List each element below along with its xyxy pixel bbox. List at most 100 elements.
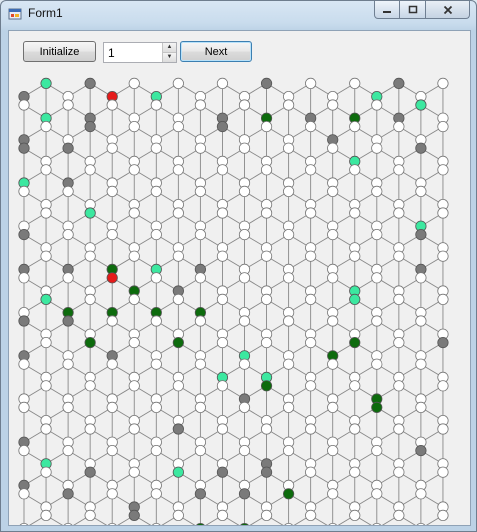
cell-empty[interactable]	[84, 250, 96, 262]
cell-empty[interactable]	[194, 272, 206, 284]
cell-empty[interactable]	[216, 77, 229, 90]
cell-empty[interactable]	[128, 77, 140, 90]
cell-dark-green[interactable]	[239, 523, 249, 525]
cell-empty[interactable]	[371, 444, 383, 457]
cell-empty[interactable]	[107, 523, 117, 525]
cell-empty[interactable]	[63, 523, 73, 525]
cell-light-green[interactable]	[40, 293, 52, 305]
cell-empty[interactable]	[106, 315, 118, 327]
cell-dark-green[interactable]	[195, 523, 205, 525]
cell-empty[interactable]	[393, 423, 405, 435]
cell-empty[interactable]	[106, 185, 118, 197]
cell-empty[interactable]	[260, 121, 273, 133]
cell-empty[interactable]	[437, 466, 449, 478]
cell-empty[interactable]	[372, 523, 382, 525]
cell-empty[interactable]	[216, 509, 229, 521]
cell-empty[interactable]	[327, 358, 339, 370]
cell-empty[interactable]	[260, 164, 273, 176]
cell-empty[interactable]	[437, 121, 449, 133]
cell-empty[interactable]	[327, 185, 339, 197]
cell-empty[interactable]	[216, 423, 229, 435]
cell-empty[interactable]	[349, 509, 361, 521]
cell-empty[interactable]	[216, 293, 229, 305]
cell-empty[interactable]	[172, 250, 184, 262]
cell-empty[interactable]	[371, 488, 383, 500]
cell-empty[interactable]	[62, 401, 74, 413]
cell-empty[interactable]	[194, 315, 206, 327]
cell-empty[interactable]	[40, 250, 52, 262]
cell-empty[interactable]	[282, 142, 295, 154]
cell-empty[interactable]	[150, 315, 162, 327]
cell-empty[interactable]	[150, 488, 162, 500]
cell-empty[interactable]	[128, 293, 140, 305]
cell-empty[interactable]	[62, 229, 74, 241]
cell-empty[interactable]	[305, 336, 317, 349]
cell-empty[interactable]	[172, 380, 184, 392]
cell-empty[interactable]	[238, 358, 251, 370]
cell-empty[interactable]	[216, 207, 229, 219]
cell-empty[interactable]	[150, 444, 162, 457]
cell-empty[interactable]	[349, 466, 361, 478]
minimize-button[interactable]	[374, 1, 400, 19]
cell-empty[interactable]	[216, 336, 229, 349]
cell-empty[interactable]	[238, 142, 251, 154]
cell-empty[interactable]	[150, 229, 162, 241]
cell-empty[interactable]	[282, 272, 295, 284]
cell-empty[interactable]	[305, 293, 317, 305]
cell-empty[interactable]	[128, 380, 140, 392]
cell-empty[interactable]	[40, 121, 52, 133]
cell-empty[interactable]	[128, 336, 140, 349]
cell-gray[interactable]	[84, 466, 96, 478]
cell-gray[interactable]	[18, 229, 30, 241]
cell-empty[interactable]	[128, 121, 140, 133]
cell-empty[interactable]	[327, 315, 339, 327]
cell-empty[interactable]	[437, 509, 449, 521]
cell-empty[interactable]	[84, 293, 96, 305]
cell-empty[interactable]	[305, 509, 317, 521]
cell-gray[interactable]	[216, 466, 229, 478]
cell-empty[interactable]	[238, 272, 251, 284]
cell-empty[interactable]	[40, 380, 52, 392]
close-button[interactable]	[426, 1, 470, 19]
cell-empty[interactable]	[128, 466, 140, 478]
cell-empty[interactable]	[349, 164, 361, 176]
cell-empty[interactable]	[305, 164, 317, 176]
cell-empty[interactable]	[305, 466, 317, 478]
cell-empty[interactable]	[216, 250, 229, 262]
cell-empty[interactable]	[437, 164, 449, 176]
cell-empty[interactable]	[40, 423, 52, 435]
cell-red[interactable]	[106, 272, 118, 284]
cell-empty[interactable]	[282, 185, 295, 197]
cell-empty[interactable]	[106, 99, 118, 111]
cell-empty[interactable]	[172, 121, 184, 133]
cell-empty[interactable]	[349, 380, 361, 392]
cell-empty[interactable]	[393, 121, 405, 133]
cell-empty[interactable]	[216, 164, 229, 176]
cell-empty[interactable]	[18, 99, 30, 111]
cell-empty[interactable]	[327, 142, 339, 154]
cell-empty[interactable]	[40, 466, 52, 478]
cell-empty[interactable]	[238, 401, 251, 413]
cell-empty[interactable]	[393, 207, 405, 219]
cell-empty[interactable]	[437, 207, 449, 219]
cell-empty[interactable]	[393, 466, 405, 478]
cell-empty[interactable]	[172, 164, 184, 176]
cell-empty[interactable]	[238, 229, 251, 241]
cell-empty[interactable]	[194, 229, 206, 241]
cell-empty[interactable]	[194, 358, 206, 370]
cell-empty[interactable]	[371, 185, 383, 197]
cell-empty[interactable]	[150, 185, 162, 197]
cell-gray[interactable]	[18, 142, 30, 154]
cell-gray[interactable]	[62, 142, 74, 154]
cell-empty[interactable]	[172, 293, 184, 305]
cell-empty[interactable]	[371, 142, 383, 154]
cell-empty[interactable]	[194, 185, 206, 197]
cell-empty[interactable]	[40, 207, 52, 219]
cell-gray[interactable]	[216, 121, 229, 133]
cell-empty[interactable]	[150, 142, 162, 154]
cell-empty[interactable]	[282, 229, 295, 241]
cell-empty[interactable]	[349, 207, 361, 219]
cell-empty[interactable]	[415, 272, 427, 284]
cell-empty[interactable]	[18, 185, 30, 197]
cell-empty[interactable]	[128, 423, 140, 435]
